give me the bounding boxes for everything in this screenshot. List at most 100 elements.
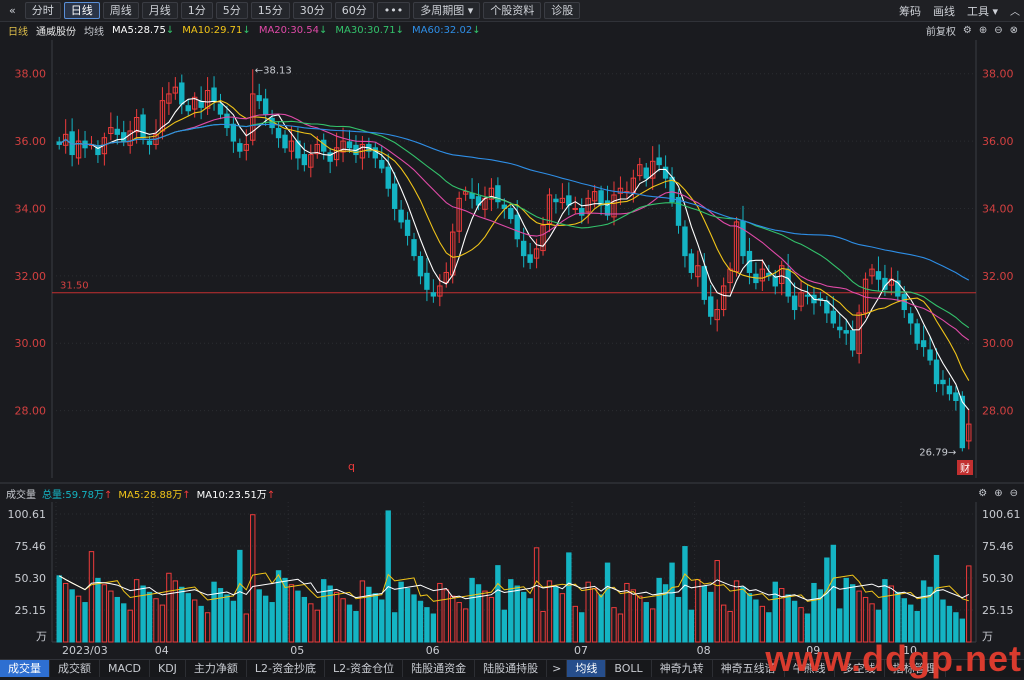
volume-bar [404, 588, 411, 643]
volume-label[interactable]: 成交量 [6, 486, 36, 501]
x-month-label: 07 [574, 644, 588, 657]
overlay-tab-2[interactable]: 神奇九转 [652, 660, 713, 677]
volume-bar [295, 590, 301, 643]
volume-bar [114, 596, 120, 643]
candle-body [391, 183, 398, 209]
candle-body [662, 166, 669, 179]
volume-bar [211, 581, 217, 643]
vol-tick-label-right: 75.46 [982, 540, 1014, 553]
candle-body [553, 198, 559, 203]
candle-body [198, 100, 204, 108]
volume-bar [604, 562, 611, 643]
financial-marker: 财 [960, 462, 970, 475]
volume-bar [740, 586, 746, 643]
candle-body [430, 292, 437, 297]
zoom-out-icon[interactable]: ⊖ [1010, 488, 1018, 499]
tabs-next-arrow[interactable]: > [547, 660, 568, 677]
volume-bar [224, 594, 230, 643]
volume-bar [62, 582, 69, 643]
volume-bar [888, 585, 895, 643]
candle-body [301, 154, 308, 166]
candle-body [785, 268, 791, 297]
volume-bar [656, 577, 662, 643]
vol-tick-label-right: 25.15 [982, 604, 1014, 617]
ma60-line [58, 123, 970, 281]
candle-body [643, 167, 649, 179]
volume-bar [772, 581, 778, 643]
high-price-label: ←38.13 [255, 65, 292, 76]
indicator-tab-1[interactable]: 成交额 [50, 660, 100, 677]
y-tick-label-right: 36.00 [982, 135, 1014, 148]
zoom-in-icon[interactable]: ⊕ [994, 488, 1002, 499]
volume-bar [443, 589, 449, 643]
overlay-tab-0[interactable]: 均线 [567, 660, 607, 677]
volume-bar [146, 591, 153, 643]
candle-body [914, 323, 920, 344]
volume-bar [140, 585, 146, 643]
y-tick-label-left: 38.00 [15, 68, 47, 81]
volume-bar [488, 596, 495, 643]
x-month-label: 2023/03 [62, 644, 108, 657]
volume-bar [798, 607, 804, 643]
volume-bar [462, 608, 469, 643]
volume-bar [353, 610, 359, 643]
settings-icon[interactable]: ⚙ [978, 488, 987, 499]
indicator-tab-4[interactable]: 主力净额 [186, 660, 247, 677]
candle-body [140, 114, 146, 139]
overlay-tab-1[interactable]: BOLL [606, 660, 652, 677]
vol-unit-left: 万 [36, 630, 47, 643]
candle-body [953, 392, 959, 402]
candle-body [837, 326, 843, 331]
indicator-tab-0[interactable]: 成交量 [0, 660, 50, 677]
indicator-tab-6[interactable]: L2-资金仓位 [325, 660, 404, 677]
volume-bar [217, 588, 224, 643]
candle-body [346, 141, 353, 149]
volume-bar [101, 584, 108, 643]
volume-bar [411, 594, 417, 643]
volume-bar [256, 589, 262, 643]
y-tick-label-left: 32.00 [15, 270, 47, 283]
indicator-tab-5[interactable]: L2-资金抄底 [247, 660, 326, 677]
volume-bar [501, 609, 508, 643]
volume-bar [391, 612, 398, 643]
volume-bar [669, 562, 675, 643]
volume-bar [75, 595, 82, 643]
volume-bar [579, 612, 585, 643]
x-month-label: 05 [290, 644, 304, 657]
indicator-tab-8[interactable]: 陆股通持股 [475, 660, 548, 677]
indicator-tab-7[interactable]: 陆股通资金 [403, 660, 476, 677]
candle-body [230, 123, 237, 142]
candle-body [791, 295, 798, 311]
candle-body [146, 140, 153, 145]
candle-body [121, 132, 127, 142]
volume-bar [121, 603, 127, 643]
volume-bar [630, 589, 637, 643]
y-tick-label-left: 30.00 [15, 337, 47, 350]
volume-bar [495, 565, 501, 643]
candle-body [237, 143, 243, 152]
candle-body [682, 226, 688, 257]
volume-bar [230, 600, 237, 643]
volume-bar [824, 557, 830, 643]
y-tick-label-left: 34.00 [15, 202, 47, 215]
volume-bar [398, 581, 404, 643]
x-month-label: 04 [155, 644, 169, 657]
candle-body [527, 254, 533, 263]
indicator-tab-3[interactable]: KDJ [150, 660, 186, 677]
y-tick-label-right: 28.00 [982, 405, 1014, 418]
volume-legend-right: ⚙ ⊕ ⊖ [971, 485, 1018, 501]
candle-body [508, 207, 514, 220]
y-tick-label-right: 32.00 [982, 270, 1014, 283]
low-price-label: 26.79→ [919, 447, 956, 458]
indicator-tab-2[interactable]: MACD [100, 660, 150, 677]
volume-bar [701, 585, 707, 643]
candle-body [598, 190, 604, 206]
candle-body [830, 310, 837, 324]
volume-bar [966, 565, 972, 643]
kline-chart[interactable]: 31.50 28.00 28.00 30.00 30.00 32.00 32.00 34.0… [0, 0, 1024, 677]
volume-bar [830, 544, 837, 643]
volume-bar [243, 613, 249, 643]
candle-body [908, 313, 914, 324]
volume-bar [708, 591, 714, 643]
ma5-line [58, 98, 970, 411]
